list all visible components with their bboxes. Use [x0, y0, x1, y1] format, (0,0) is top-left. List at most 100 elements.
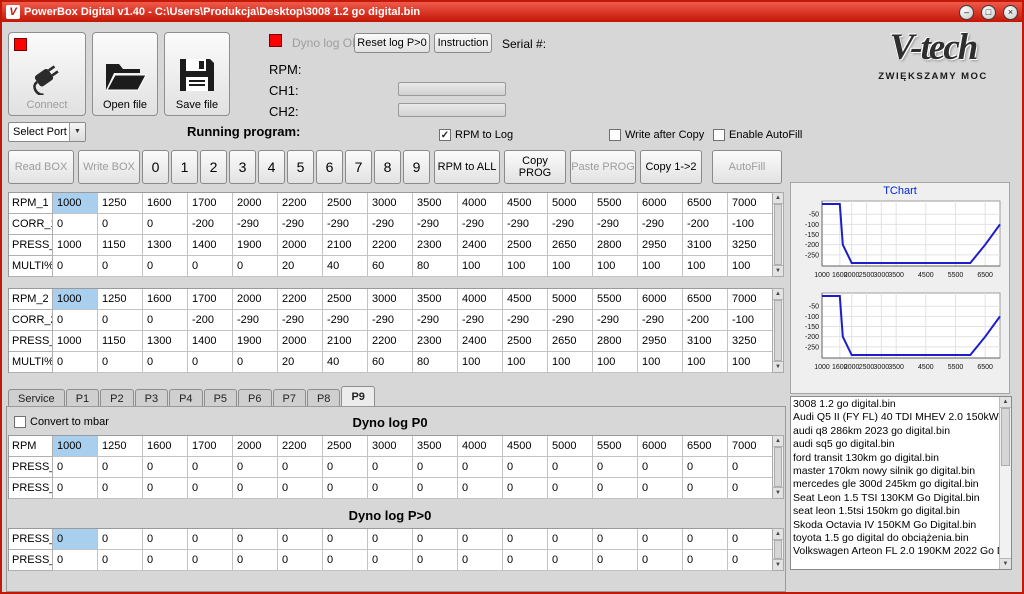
table-cell[interactable]: -290: [593, 214, 638, 235]
table-cell[interactable]: 3500: [413, 436, 458, 457]
table-cell[interactable]: -290: [413, 310, 458, 331]
table-cell[interactable]: 0: [98, 529, 143, 550]
tab-service[interactable]: Service: [8, 389, 65, 407]
table-cell[interactable]: 0: [143, 529, 188, 550]
table-cell[interactable]: 0: [278, 478, 323, 499]
digit-5-button[interactable]: 5: [287, 150, 314, 184]
file-item[interactable]: ford transit 130km go digital.bin: [793, 452, 999, 465]
tab-p3[interactable]: P3: [134, 389, 169, 407]
scroll-up-icon[interactable]: ▲: [773, 193, 783, 204]
table-cell[interactable]: 0: [188, 256, 233, 277]
table-cell[interactable]: 2000: [278, 235, 323, 256]
table-cell[interactable]: 5500: [593, 193, 638, 214]
table-cell[interactable]: 0: [278, 550, 323, 571]
table-cell[interactable]: -290: [368, 310, 413, 331]
table-cell[interactable]: 0: [53, 478, 98, 499]
table-cell[interactable]: 1000: [53, 289, 98, 310]
scroll-up-icon[interactable]: ▲: [773, 289, 783, 300]
table-cell[interactable]: 100: [593, 256, 638, 277]
table-cell[interactable]: 3100: [683, 235, 728, 256]
table-cell[interactable]: 100: [683, 352, 728, 373]
enable-autofill-checkbox[interactable]: Enable AutoFill: [713, 129, 802, 141]
table-cell[interactable]: 0: [638, 457, 683, 478]
table-cell[interactable]: 1900: [233, 331, 278, 352]
table-cell[interactable]: 2300: [413, 235, 458, 256]
table-cell[interactable]: 0: [143, 478, 188, 499]
table-cell[interactable]: 3500: [413, 289, 458, 310]
file-item[interactable]: mercedes gle 300d 245km go digital.bin: [793, 478, 999, 491]
autofill-button[interactable]: AutoFill: [712, 150, 782, 184]
table-cell[interactable]: -290: [368, 214, 413, 235]
dyno-pgt0-scrollbar[interactable]: ▲ ▼: [772, 528, 784, 571]
table-cell[interactable]: 2800: [593, 331, 638, 352]
table-cell[interactable]: 0: [143, 550, 188, 571]
table-cell[interactable]: 4000: [458, 289, 503, 310]
table-cell[interactable]: 0: [188, 529, 233, 550]
table-cell[interactable]: 20: [278, 256, 323, 277]
digit-0-button[interactable]: 0: [142, 150, 169, 184]
table-cell[interactable]: 0: [593, 478, 638, 499]
table-cell[interactable]: 2200: [368, 331, 413, 352]
table-cell[interactable]: 1250: [98, 436, 143, 457]
table-cell[interactable]: 0: [548, 457, 593, 478]
table-cell[interactable]: -290: [233, 214, 278, 235]
table-cell[interactable]: 5000: [548, 193, 593, 214]
dyno-p0-scrollbar[interactable]: ▲ ▼: [772, 435, 784, 499]
table-cell[interactable]: 2200: [368, 235, 413, 256]
digit-8-button[interactable]: 8: [374, 150, 401, 184]
table-cell[interactable]: -290: [548, 214, 593, 235]
table-cell[interactable]: -290: [503, 214, 548, 235]
scroll-down-icon[interactable]: ▼: [1000, 558, 1011, 569]
table-cell[interactable]: 0: [683, 457, 728, 478]
table-cell[interactable]: -100: [728, 214, 773, 235]
table-cell[interactable]: 2000: [278, 331, 323, 352]
table-cell[interactable]: 0: [503, 550, 548, 571]
table-cell[interactable]: 0: [728, 457, 773, 478]
table-cell[interactable]: 0: [458, 457, 503, 478]
tab-p4[interactable]: P4: [169, 389, 203, 407]
table-cell[interactable]: 2500: [503, 331, 548, 352]
read-box-button[interactable]: Read BOX: [8, 150, 74, 184]
table-cell[interactable]: 100: [548, 256, 593, 277]
digit-4-button[interactable]: 4: [258, 150, 285, 184]
table-cell[interactable]: 0: [233, 478, 278, 499]
table-cell[interactable]: 0: [233, 352, 278, 373]
scroll-up-icon[interactable]: ▲: [773, 529, 783, 540]
paste-prog-button[interactable]: Paste PROG: [570, 150, 636, 184]
program1-scrollbar[interactable]: ▲ ▼: [772, 192, 784, 277]
table-cell[interactable]: 0: [413, 478, 458, 499]
table-cell[interactable]: 100: [548, 352, 593, 373]
table-cell[interactable]: 2300: [413, 331, 458, 352]
table-cell[interactable]: 0: [323, 529, 368, 550]
table-cell[interactable]: 4500: [503, 193, 548, 214]
scroll-down-icon[interactable]: ▼: [773, 361, 783, 372]
connect-button[interactable]: Connect: [8, 32, 86, 116]
file-item[interactable]: Seat Leon 1.5 TSI 130KM Go Digital.bin: [793, 492, 999, 505]
table-cell[interactable]: 0: [188, 478, 233, 499]
table-cell[interactable]: 2650: [548, 235, 593, 256]
table-cell[interactable]: 0: [368, 457, 413, 478]
table-cell[interactable]: 1700: [188, 436, 233, 457]
table-cell[interactable]: 2500: [503, 235, 548, 256]
table-cell[interactable]: 80: [413, 352, 458, 373]
table-cell[interactable]: 2100: [323, 331, 368, 352]
table-cell[interactable]: 100: [728, 256, 773, 277]
file-item[interactable]: seat leon 1.5tsi 150km go digital.bin: [793, 505, 999, 518]
table-cell[interactable]: 0: [143, 310, 188, 331]
copy-1-2-button[interactable]: Copy 1->2: [640, 150, 702, 184]
table-cell[interactable]: 0: [323, 457, 368, 478]
tab-p5[interactable]: P5: [203, 389, 238, 407]
table-cell[interactable]: 0: [98, 457, 143, 478]
table-cell[interactable]: 0: [503, 457, 548, 478]
table-cell[interactable]: 0: [368, 478, 413, 499]
table-cell[interactable]: 2200: [278, 289, 323, 310]
table-cell[interactable]: 3250: [728, 235, 773, 256]
table-cell[interactable]: 5500: [593, 289, 638, 310]
table-cell[interactable]: 0: [323, 550, 368, 571]
table-cell[interactable]: 2000: [233, 436, 278, 457]
table-cell[interactable]: -200: [188, 214, 233, 235]
scroll-thumb[interactable]: [774, 204, 782, 265]
table-cell[interactable]: 6000: [638, 289, 683, 310]
table-cell[interactable]: 2800: [593, 235, 638, 256]
table-cell[interactable]: 60: [368, 352, 413, 373]
